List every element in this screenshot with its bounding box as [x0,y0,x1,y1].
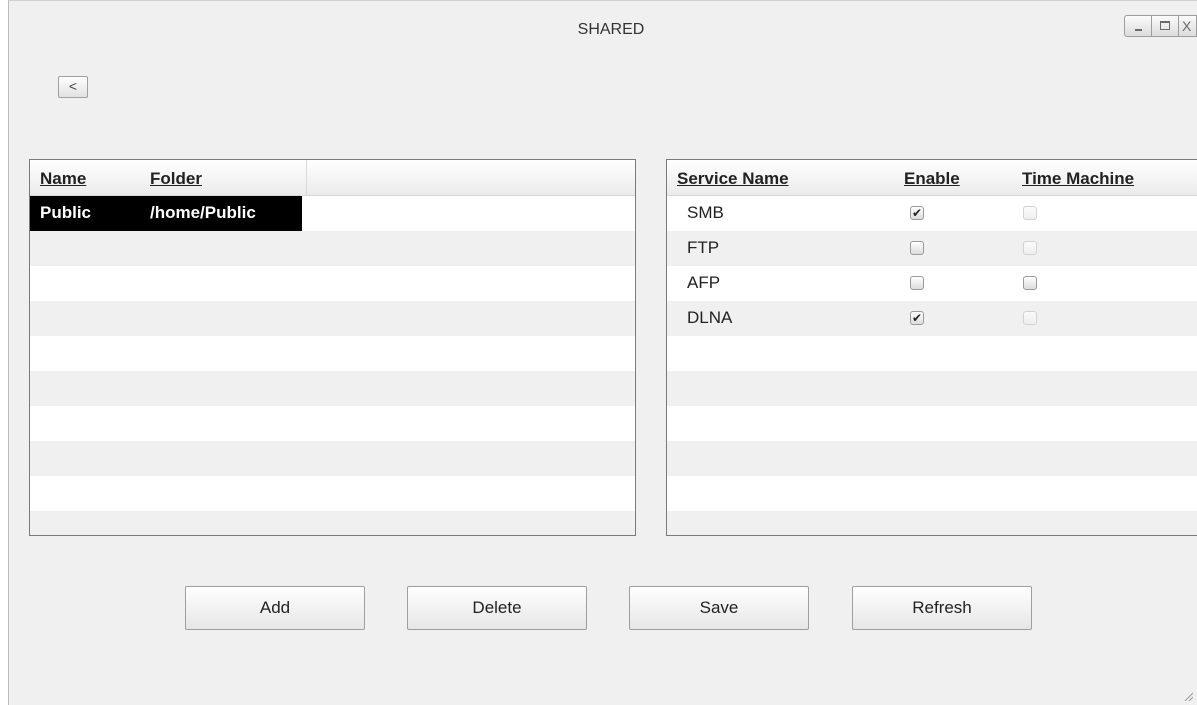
table-row [667,336,1197,371]
service-name-cell: DLNA [687,308,733,327]
enable-checkbox[interactable]: ✔ [910,311,924,325]
shared-window: SHARED X < Name Folder Public /home/Publ… [8,0,1197,705]
table-row [30,406,635,441]
refresh-button[interactable]: Refresh [852,586,1032,630]
window-title: SHARED [577,21,645,38]
column-header-time-machine[interactable]: Time Machine [1002,160,1197,195]
table-row [30,511,635,535]
table-row [667,511,1197,535]
back-button[interactable]: < [58,76,88,98]
resize-grip-icon[interactable] [1183,691,1193,701]
table-row[interactable]: AFP [667,266,1197,301]
table-row [667,406,1197,441]
table-row [667,371,1197,406]
save-button[interactable]: Save [629,586,809,630]
service-name-cell: AFP [687,273,721,292]
shares-table: Name Folder Public /home/Public [29,159,636,536]
table-row [30,266,635,301]
time-machine-checkbox [1023,206,1037,220]
checkmark-icon: ✔ [911,311,923,325]
table-row [30,371,635,406]
service-name-cell: SMB [687,203,724,222]
maximize-button[interactable] [1151,15,1178,37]
window-controls: X [1124,15,1197,37]
column-header-folder[interactable]: Folder [140,160,307,195]
share-name-cell[interactable]: Public [30,196,140,231]
services-table: Service Name Enable Time Machine SMB ✔ F… [666,159,1197,536]
table-row [30,301,635,336]
minimize-button[interactable] [1124,15,1151,37]
table-row [30,336,635,371]
column-header-service-name[interactable]: Service Name [667,160,894,195]
add-button[interactable]: Add [185,586,365,630]
checkmark-icon: ✔ [911,206,923,220]
table-row [30,441,635,476]
enable-checkbox[interactable] [910,276,924,290]
share-folder-cell[interactable]: /home/Public [140,196,302,231]
enable-checkbox[interactable] [910,241,924,255]
table-row[interactable]: DLNA ✔ [667,301,1197,336]
table-row[interactable]: SMB ✔ [667,196,1197,231]
table-row[interactable]: Public /home/Public [30,196,635,231]
service-name-cell: FTP [687,238,720,257]
time-machine-checkbox [1023,311,1037,325]
column-header-enable[interactable]: Enable [894,160,1002,195]
enable-checkbox[interactable]: ✔ [910,206,924,220]
table-row [30,476,635,511]
table-row [30,231,635,266]
close-button[interactable]: X [1178,15,1197,37]
table-row[interactable]: FTP [667,231,1197,266]
shares-table-header: Name Folder [30,160,635,196]
services-table-header: Service Name Enable Time Machine [667,160,1197,196]
table-row [667,476,1197,511]
delete-button[interactable]: Delete [407,586,587,630]
close-icon: X [1182,18,1192,34]
table-row [667,441,1197,476]
time-machine-checkbox[interactable] [1023,276,1037,290]
maximize-icon [1160,21,1170,30]
time-machine-checkbox [1023,241,1037,255]
minimize-icon [1135,29,1142,31]
column-header-name[interactable]: Name [30,160,140,195]
